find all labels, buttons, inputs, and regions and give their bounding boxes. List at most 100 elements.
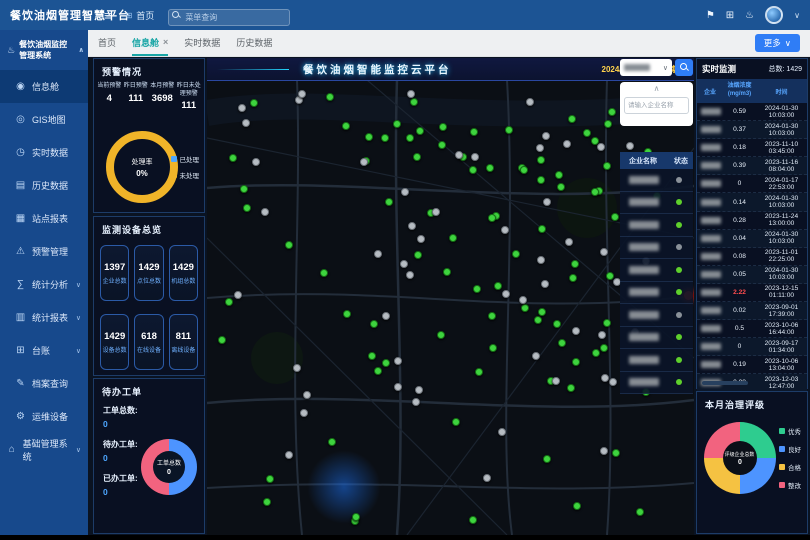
sidebar-item-base-system[interactable]: ⌂基础管理系统∨	[0, 433, 88, 466]
company-row[interactable]	[620, 304, 693, 327]
close-icon[interactable]: ×	[163, 37, 168, 47]
green-map-pin[interactable]	[381, 134, 389, 142]
apps-icon[interactable]: ⊞	[726, 10, 734, 21]
gray-map-pin[interactable]	[543, 198, 551, 206]
gray-map-pin[interactable]	[541, 280, 549, 288]
green-map-pin[interactable]	[538, 225, 546, 233]
green-map-pin[interactable]	[488, 312, 496, 320]
theme-icon[interactable]: ♨	[745, 10, 754, 21]
green-map-pin[interactable]	[443, 268, 451, 276]
green-map-pin[interactable]	[568, 115, 576, 123]
green-map-pin[interactable]	[512, 250, 520, 258]
realtime-row[interactable]: 0.372024-01-30 10:03:00	[697, 121, 807, 139]
tab-历史数据[interactable]: 历史数据	[236, 30, 272, 56]
green-map-pin[interactable]	[534, 316, 542, 324]
realtime-row[interactable]: 0.282023-11-24 13:00:00	[697, 212, 807, 230]
more-button[interactable]: 更多 ∨	[755, 34, 800, 52]
green-map-pin[interactable]	[406, 134, 414, 142]
sidebar-header[interactable]: ♨ 餐饮油烟监控管理系统 ∧	[0, 30, 88, 70]
green-map-pin[interactable]	[553, 320, 561, 328]
gray-map-pin[interactable]	[563, 140, 571, 148]
sidebar-item-stat-analysis[interactable]: ∑统计分析∨	[0, 268, 88, 301]
green-map-pin[interactable]	[569, 274, 577, 282]
sidebar-item-ops-device[interactable]: ⚙运维设备	[0, 400, 88, 433]
sidebar-item-history-data[interactable]: ▤历史数据	[0, 169, 88, 202]
company-row[interactable]	[620, 192, 693, 215]
green-map-pin[interactable]	[538, 308, 546, 316]
company-row[interactable]	[620, 327, 693, 350]
realtime-row[interactable]: 02023-09-17 01:34:00	[697, 338, 807, 356]
green-map-pin[interactable]	[393, 120, 401, 128]
gray-map-pin[interactable]	[238, 104, 246, 112]
gray-map-pin[interactable]	[537, 256, 545, 264]
sidebar-item-realtime-data[interactable]: ◷实时数据	[0, 136, 88, 169]
search-input[interactable]	[168, 9, 290, 26]
sidebar-item-archive-query[interactable]: ✎档案查询	[0, 367, 88, 400]
sidebar-item-stat-report[interactable]: ▥统计报表∨	[0, 301, 88, 334]
tab-实时数据[interactable]: 实时数据	[184, 30, 220, 56]
chevron-down-icon[interactable]: ∨	[794, 11, 800, 20]
green-map-pin[interactable]	[469, 166, 477, 174]
company-row[interactable]	[620, 282, 693, 305]
gray-map-pin[interactable]	[417, 235, 425, 243]
company-row[interactable]	[620, 259, 693, 282]
gray-map-pin[interactable]	[382, 312, 390, 320]
gray-map-pin[interactable]	[501, 226, 509, 234]
gray-map-pin[interactable]	[471, 153, 479, 161]
gray-map-pin[interactable]	[293, 364, 301, 372]
gray-map-pin[interactable]	[285, 451, 293, 459]
gray-map-pin[interactable]	[298, 90, 306, 98]
sidebar-item-info-cabin[interactable]: ◉信息舱	[0, 70, 88, 103]
gray-map-pin[interactable]	[360, 158, 368, 166]
scrollbar[interactable]	[702, 381, 748, 385]
realtime-row[interactable]: 2.222023-12-15 01:11:00	[697, 284, 807, 302]
green-map-pin[interactable]	[603, 319, 611, 327]
realtime-row[interactable]: 0.52023-10-06 16:44:00	[697, 320, 807, 338]
realtime-row[interactable]: 0.182023-11-10 03:45:00	[697, 139, 807, 157]
green-map-pin[interactable]	[603, 162, 611, 170]
realtime-row[interactable]: 0.082023-11-01 22:25:00	[697, 248, 807, 266]
green-map-pin[interactable]	[382, 359, 390, 367]
green-map-pin[interactable]	[521, 304, 529, 312]
gray-map-pin[interactable]	[600, 447, 608, 455]
green-map-pin[interactable]	[413, 153, 421, 161]
green-map-pin[interactable]	[537, 156, 545, 164]
green-map-pin[interactable]	[608, 108, 616, 116]
tab-信息舱[interactable]: 信息舱×	[132, 30, 168, 56]
company-row[interactable]	[620, 214, 693, 237]
green-map-pin[interactable]	[606, 272, 614, 280]
gray-map-pin[interactable]	[261, 208, 269, 216]
green-map-pin[interactable]	[473, 285, 481, 293]
company-row[interactable]	[620, 349, 693, 372]
green-map-pin[interactable]	[489, 344, 497, 352]
gray-map-pin[interactable]	[406, 271, 414, 279]
green-map-pin[interactable]	[604, 120, 612, 128]
gray-map-pin[interactable]	[601, 374, 609, 382]
green-map-pin[interactable]	[537, 176, 545, 184]
gray-map-pin[interactable]	[552, 377, 560, 385]
green-map-pin[interactable]	[326, 93, 334, 101]
tab-首页[interactable]: 首页	[98, 30, 116, 56]
notification-icon[interactable]: ⚑	[706, 10, 715, 21]
green-map-pin[interactable]	[437, 331, 445, 339]
gray-map-pin[interactable]	[565, 238, 573, 246]
realtime-row[interactable]: 0.142024-01-30 10:03:00	[697, 193, 807, 211]
realtime-row[interactable]: 0.022023-09-01 17:39:00	[697, 302, 807, 320]
green-map-pin[interactable]	[583, 129, 591, 137]
collapse-arrow-icon[interactable]: ∧	[624, 84, 689, 94]
green-map-pin[interactable]	[469, 516, 477, 524]
realtime-row[interactable]: 02024-01-17 22:53:00	[697, 175, 807, 193]
company-name-input[interactable]	[624, 97, 689, 114]
green-map-pin[interactable]	[352, 513, 360, 521]
sidebar-item-gis-map[interactable]: ◎GIS地图	[0, 103, 88, 136]
company-search-button[interactable]	[675, 59, 693, 76]
green-map-pin[interactable]	[266, 475, 274, 483]
realtime-row[interactable]: 0.042024-01-30 10:03:00	[697, 230, 807, 248]
sidebar-item-ledger[interactable]: ⊞台账∨	[0, 334, 88, 367]
realtime-row[interactable]: 0.392023-11-16 08:04:00	[697, 157, 807, 175]
realtime-row[interactable]: 0.192023-10-06 13:04:00	[697, 356, 807, 374]
green-map-pin[interactable]	[410, 98, 418, 106]
green-map-pin[interactable]	[611, 213, 619, 221]
green-map-pin[interactable]	[263, 498, 271, 506]
sidebar-item-station-report[interactable]: ▦站点报表	[0, 202, 88, 235]
